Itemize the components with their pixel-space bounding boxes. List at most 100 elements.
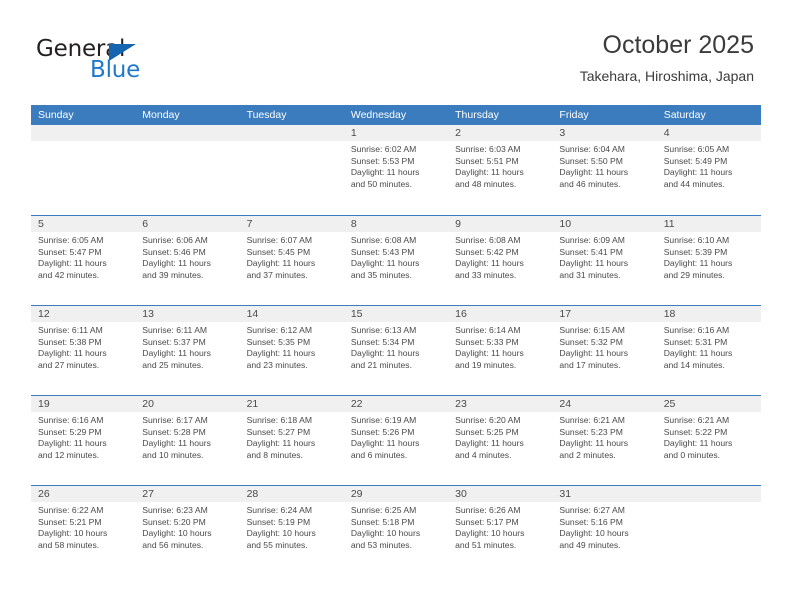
day-cell[interactable]: 12 Sunrise: 6:11 AM Sunset: 5:38 PM Dayligh… xyxy=(31,306,136,395)
page-subtitle: Takehara, Hiroshima, Japan xyxy=(579,68,754,84)
day-sunset-text: Sunset: 5:53 PM xyxy=(350,155,415,166)
day-daylight-line1-text: Daylight: 11 hours xyxy=(38,438,107,449)
day-sunrise-text: Sunrise: 6:05 AM xyxy=(663,144,730,154)
day-sunrise-text: Sunrise: 6:25 AM xyxy=(350,505,417,515)
day-number: 14 xyxy=(239,306,344,322)
day-cell[interactable]: 4 Sunrise: 6:05 AM Sunset: 5:49 PM Daylight… xyxy=(656,125,761,215)
day-sunrise-text: Sunrise: 6:15 AM xyxy=(559,325,625,335)
day-number: 24 xyxy=(552,396,657,412)
day-cell[interactable]: 16 Sunrise: 6:14 AM Sunset: 5:33 PM Dayligh… xyxy=(448,306,553,395)
day-cell[interactable]: 22 Sunrise: 6:19 AM Sunset: 5:26 PM Dayligh… xyxy=(343,396,449,485)
day-sunset-text: Sunset: 5:46 PM xyxy=(142,246,206,257)
day-daylight-line1-text: Daylight: 10 hours xyxy=(559,528,629,539)
day-sunset-text: Sunset: 5:22 PM xyxy=(663,426,728,437)
weekday-header-row: Sunday Monday Tuesday Wednesday Thursday Frid… xyxy=(31,105,761,125)
day-sunset-text: Sunset: 5:39 PM xyxy=(663,246,728,257)
day-cell[interactable]: 8 Sunrise: 6:08 AM Sunset: 5:43 PM Daylight… xyxy=(343,216,449,305)
day-sunset-text: Sunset: 5:31 PM xyxy=(663,336,728,347)
day-cell[interactable]: 25 Sunrise: 6:21 AM Sunset: 5:22 PM Dayligh… xyxy=(656,396,761,485)
day-info: Sunrise: 6:10 AM Sunset: 5:39 PM Daylight:… xyxy=(657,232,761,281)
day-cell[interactable]: 9 Sunrise: 6:08 AM Sunset: 5:42 PM Daylight… xyxy=(448,216,553,305)
day-cell[interactable]: 26 Sunrise: 6:22 AM Sunset: 5:21 PM Dayligh… xyxy=(31,486,136,575)
day-sunrise-text: Sunrise: 6:18 AM xyxy=(246,415,313,425)
day-daylight-line1-text: Daylight: 11 hours xyxy=(350,258,420,269)
general-blue-logo: General Blue xyxy=(36,36,186,84)
day-daylight-line2-text: and 10 minutes. xyxy=(142,449,204,460)
day-cell[interactable]: 13 Sunrise: 6:11 AM Sunset: 5:37 PM Dayligh… xyxy=(135,306,240,395)
day-cell[interactable]: 29 Sunrise: 6:25 AM Sunset: 5:18 PM Dayligh… xyxy=(343,486,449,575)
day-number: 15 xyxy=(343,306,449,322)
day-sunrise-text: Sunrise: 6:02 AM xyxy=(350,144,417,154)
day-daylight-line1-text: Daylight: 11 hours xyxy=(38,258,107,269)
day-daylight-line2-text: and 51 minutes. xyxy=(455,539,517,550)
day-sunset-text: Sunset: 5:37 PM xyxy=(142,336,206,347)
day-cell[interactable]: 6 Sunrise: 6:06 AM Sunset: 5:46 PM Daylight… xyxy=(135,216,240,305)
day-daylight-line2-text: and 44 minutes. xyxy=(663,178,725,189)
day-daylight-line1-text: Daylight: 11 hours xyxy=(142,258,211,269)
day-daylight-line2-text: and 31 minutes. xyxy=(559,269,621,280)
day-cell[interactable]: 30 Sunrise: 6:26 AM Sunset: 5:17 PM Dayligh… xyxy=(448,486,553,575)
day-cell-empty xyxy=(31,125,136,215)
day-cell[interactable]: 27 Sunrise: 6:23 AM Sunset: 5:20 PM Dayligh… xyxy=(135,486,240,575)
day-info: Sunrise: 6:05 AM Sunset: 5:47 PM Daylight:… xyxy=(31,232,135,281)
day-cell[interactable]: 21 Sunrise: 6:18 AM Sunset: 5:27 PM Dayligh… xyxy=(239,396,344,485)
day-number: 23 xyxy=(448,396,553,412)
day-daylight-line1-text: Daylight: 11 hours xyxy=(663,348,733,359)
day-info: Sunrise: 6:09 AM Sunset: 5:41 PM Daylight:… xyxy=(552,232,656,281)
day-info: Sunrise: 6:19 AM Sunset: 5:26 PM Daylight:… xyxy=(344,412,448,461)
day-sunrise-text: Sunrise: 6:27 AM xyxy=(559,505,625,515)
day-number: 17 xyxy=(552,306,657,322)
day-info: Sunrise: 6:27 AM Sunset: 5:16 PM Daylight:… xyxy=(552,502,656,551)
day-cell[interactable]: 24 Sunrise: 6:21 AM Sunset: 5:23 PM Dayligh… xyxy=(552,396,657,485)
day-sunrise-text: Sunrise: 6:07 AM xyxy=(246,235,313,245)
day-sunrise-text: Sunrise: 6:17 AM xyxy=(142,415,208,425)
day-cell-empty xyxy=(135,125,240,215)
day-cell[interactable]: 20 Sunrise: 6:17 AM Sunset: 5:28 PM Dayligh… xyxy=(135,396,240,485)
weekday-header-thursday: Thursday xyxy=(455,109,499,121)
day-cell[interactable]: 17 Sunrise: 6:15 AM Sunset: 5:32 PM Dayligh… xyxy=(552,306,657,395)
day-sunset-text: Sunset: 5:47 PM xyxy=(38,246,102,257)
day-sunset-text: Sunset: 5:34 PM xyxy=(350,336,415,347)
day-daylight-line2-text: and 56 minutes. xyxy=(142,539,204,550)
day-info: Sunrise: 6:23 AM Sunset: 5:20 PM Daylight:… xyxy=(135,502,239,551)
day-cell[interactable]: 15 Sunrise: 6:13 AM Sunset: 5:34 PM Dayligh… xyxy=(343,306,449,395)
day-cell[interactable]: 23 Sunrise: 6:20 AM Sunset: 5:25 PM Dayligh… xyxy=(448,396,553,485)
day-info: Sunrise: 6:21 AM Sunset: 5:22 PM Daylight:… xyxy=(657,412,761,461)
day-daylight-line1-text: Daylight: 11 hours xyxy=(350,167,420,178)
day-cell[interactable]: 19 Sunrise: 6:16 AM Sunset: 5:29 PM Dayligh… xyxy=(31,396,136,485)
day-cell[interactable]: 7 Sunrise: 6:07 AM Sunset: 5:45 PM Daylight… xyxy=(239,216,344,305)
day-sunrise-text: Sunrise: 6:26 AM xyxy=(455,505,521,515)
day-cell[interactable]: 11 Sunrise: 6:10 AM Sunset: 5:39 PM Dayligh… xyxy=(656,216,761,305)
day-info: Sunrise: 6:07 AM Sunset: 5:45 PM Daylight:… xyxy=(240,232,344,281)
day-daylight-line1-text: Daylight: 10 hours xyxy=(350,528,421,539)
day-daylight-line2-text: and 37 minutes. xyxy=(246,269,308,280)
day-daylight-line1-text: Daylight: 11 hours xyxy=(559,258,629,269)
day-daylight-line2-text: and 58 minutes. xyxy=(38,539,100,550)
day-cell[interactable]: 1 Sunrise: 6:02 AM Sunset: 5:53 PM Daylight… xyxy=(343,125,449,215)
day-cell[interactable]: 31 Sunrise: 6:27 AM Sunset: 5:16 PM Dayligh… xyxy=(552,486,657,575)
day-cell[interactable]: 14 Sunrise: 6:12 AM Sunset: 5:35 PM Dayligh… xyxy=(239,306,344,395)
day-sunrise-text: Sunrise: 6:03 AM xyxy=(455,144,521,154)
day-info: Sunrise: 6:11 AM Sunset: 5:37 PM Daylight:… xyxy=(135,322,239,371)
day-number xyxy=(135,125,240,141)
day-cell-empty xyxy=(656,486,761,575)
day-daylight-line2-text: and 29 minutes. xyxy=(663,269,725,280)
day-cell[interactable]: 3 Sunrise: 6:04 AM Sunset: 5:50 PM Daylight… xyxy=(552,125,657,215)
day-cell[interactable]: 2 Sunrise: 6:03 AM Sunset: 5:51 PM Daylight… xyxy=(448,125,553,215)
day-daylight-line2-text: and 35 minutes. xyxy=(350,269,412,280)
day-cell[interactable]: 18 Sunrise: 6:16 AM Sunset: 5:31 PM Dayligh… xyxy=(656,306,761,395)
day-cell[interactable]: 10 Sunrise: 6:09 AM Sunset: 5:41 PM Dayligh… xyxy=(552,216,657,305)
day-daylight-line1-text: Daylight: 11 hours xyxy=(142,438,211,449)
day-daylight-line1-text: Daylight: 10 hours xyxy=(38,528,108,539)
day-daylight-line2-text: and 48 minutes. xyxy=(455,178,517,189)
day-sunset-text: Sunset: 5:26 PM xyxy=(350,426,415,437)
day-number: 6 xyxy=(135,216,240,232)
day-cell[interactable]: 28 Sunrise: 6:24 AM Sunset: 5:19 PM Dayligh… xyxy=(239,486,344,575)
day-info: Sunrise: 6:16 AM Sunset: 5:29 PM Daylight:… xyxy=(31,412,135,461)
day-cell[interactable]: 5 Sunrise: 6:05 AM Sunset: 5:47 PM Daylight… xyxy=(31,216,136,305)
day-number xyxy=(239,125,344,141)
day-daylight-line1-text: Daylight: 11 hours xyxy=(455,167,524,178)
day-number: 10 xyxy=(552,216,657,232)
day-sunrise-text: Sunrise: 6:14 AM xyxy=(455,325,521,335)
day-number: 18 xyxy=(656,306,761,322)
